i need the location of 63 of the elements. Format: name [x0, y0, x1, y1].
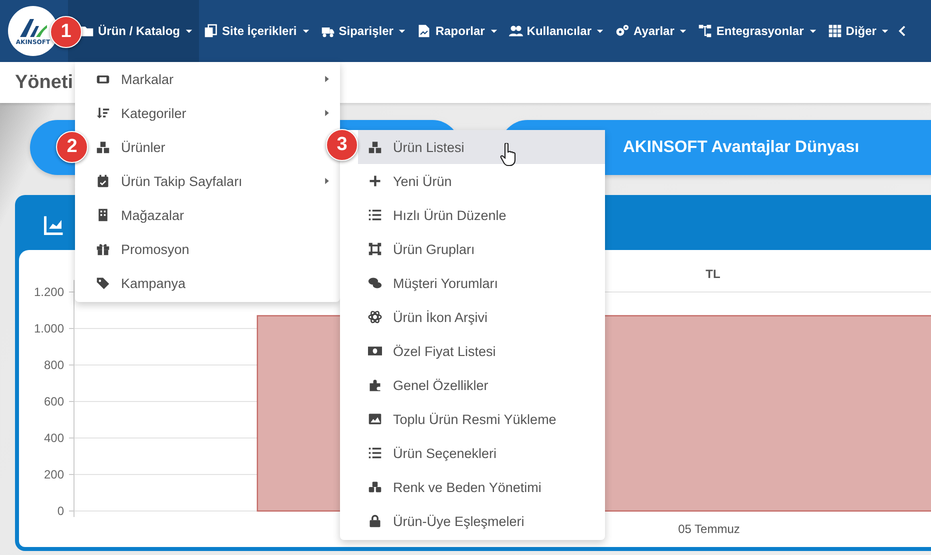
nav-item[interactable]: Siparişler: [316, 0, 412, 62]
copy-icon: [204, 24, 218, 38]
building-icon: [96, 208, 110, 222]
menu-item[interactable]: Ürün Takip Sayfaları: [90, 164, 325, 198]
atom-icon: [368, 310, 382, 324]
menu-item[interactable]: Kategoriler: [90, 96, 325, 130]
menu-item[interactable]: Kampanya: [90, 266, 325, 300]
axis-tick-label: 05 Temmuz: [678, 522, 740, 536]
menu-item[interactable]: Toplu Ürün Resmi Yükleme: [358, 402, 605, 436]
menu-item[interactable]: Promosyon: [90, 232, 325, 266]
gears-icon: [615, 24, 630, 38]
puzzle-icon: [368, 378, 382, 392]
menu-item[interactable]: Renk ve Beden Yönetimi: [358, 470, 605, 504]
lock-icon: [368, 514, 382, 528]
menu-item[interactable]: Hızlı Ürün Düzenle: [358, 198, 605, 232]
nav-item[interactable]: Site İçerikleri: [199, 0, 316, 62]
calendar-icon: [96, 174, 110, 188]
menu-item[interactable]: Ürün-Üye Eşleşmeleri: [358, 504, 605, 538]
sitemap-icon: [698, 24, 712, 38]
menu-item[interactable]: Ürün Listesi: [358, 130, 605, 164]
nav-item[interactable]: Kullanıcılar: [504, 0, 610, 62]
grid-icon: [828, 24, 842, 38]
menu-item[interactable]: Ürünler: [90, 130, 325, 164]
list-icon: [368, 208, 382, 222]
users-icon: [508, 24, 523, 38]
image-icon: [368, 412, 382, 426]
axis-tick-label: 600: [44, 394, 64, 408]
menu-item[interactable]: Markalar: [90, 62, 325, 96]
gift-icon: [96, 242, 110, 256]
menu-item[interactable]: Genel Özellikler: [358, 368, 605, 402]
hand-cursor-icon: [500, 143, 518, 167]
list-icon: [368, 446, 382, 460]
boxes-icon: [96, 140, 110, 154]
chart-icon: [44, 214, 64, 234]
axis-tick-label: 1.200: [34, 285, 64, 299]
menu-item[interactable]: Ürün Seçenekleri: [358, 436, 605, 470]
menu-item[interactable]: Özel Fiyat Listesi: [358, 334, 605, 368]
cubes-icon: [368, 480, 382, 494]
report-icon: [417, 24, 432, 38]
plus-icon: [368, 174, 382, 188]
folder-icon: [80, 24, 94, 38]
logo-mark-icon: [18, 16, 48, 38]
menu-item[interactable]: Ürün Grupları: [358, 232, 605, 266]
sort-icon: [96, 106, 110, 120]
nav-item[interactable]: Raporlar: [412, 0, 504, 62]
nav-item[interactable]: Entegrasyonlar: [693, 0, 823, 62]
axis-tick-label: 800: [44, 358, 64, 372]
chat-bubbles-icon: [368, 276, 382, 290]
banknote-icon: [368, 344, 382, 358]
axis-tick-label: 400: [44, 431, 64, 445]
axis-tick-label: 1.000: [34, 322, 64, 336]
legend-label: TL: [706, 267, 720, 281]
menu-item[interactable]: Ürün İkon Arşivi: [358, 300, 605, 334]
boxes-icon: [368, 140, 382, 154]
tag-icon: [96, 276, 110, 290]
page-title: Yöneti: [15, 72, 74, 94]
axis-tick-label: 200: [44, 468, 64, 482]
menu-item[interactable]: Müşteri Yorumları: [358, 266, 605, 300]
nav-item[interactable]: Diğer: [822, 0, 896, 62]
axis-tick-label: 0: [57, 504, 64, 518]
frame-icon: [368, 242, 382, 256]
nav-item[interactable]: Ayarlar: [610, 0, 694, 62]
menu-item[interactable]: Mağazalar: [90, 198, 325, 232]
